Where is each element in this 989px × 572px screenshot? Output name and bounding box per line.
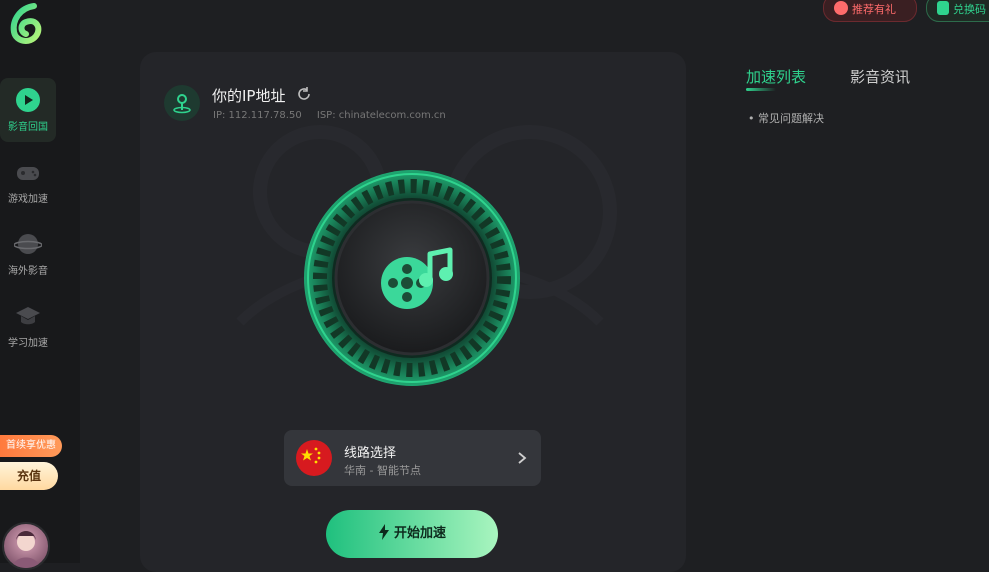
sidebar-item-label: 海外影音 — [8, 266, 48, 277]
graduation-cap-icon — [16, 307, 40, 325]
gift-icon — [834, 1, 848, 15]
avatar-image — [12, 531, 40, 568]
redeem-code-button[interactable]: 兑换码 — [926, 0, 989, 22]
chevron-right-icon — [518, 452, 527, 464]
start-acceleration-button[interactable]: 开始加速 — [326, 510, 498, 558]
ip-address-title: 你的IP地址 — [212, 87, 286, 105]
isp-value: ISP: chinatelecom.com.cn — [316, 110, 446, 121]
tab-underline — [746, 88, 776, 91]
location-pin-icon — [164, 85, 200, 121]
refer-reward-label: 推荐有礼 — [852, 3, 896, 16]
sidebar-item-study-accel[interactable]: 学习加速 — [0, 294, 56, 358]
app-logo — [10, 3, 42, 44]
planet-icon — [14, 234, 42, 254]
sidebar-item-label: 影音回国 — [8, 122, 48, 133]
sidebar: 影音回国 游戏加速 海外影音 学习加速 首续享优惠 充值 — [0, 0, 80, 570]
route-title: 线路选择 — [344, 446, 397, 461]
refer-reward-button[interactable]: 推荐有礼 — [823, 0, 917, 22]
faq-link[interactable]: • 常见问题解决 — [748, 110, 824, 126]
ip-value: IP: 112.117.78.50 — [213, 110, 302, 121]
recharge-button[interactable]: 充值 — [0, 462, 58, 490]
accelerate-dial[interactable] — [302, 168, 522, 388]
tab-media-news[interactable]: 影音资讯 — [850, 66, 910, 87]
play-icon — [16, 88, 40, 112]
sidebar-item-label: 游戏加速 — [8, 194, 48, 205]
start-acceleration-label: 开始加速 — [393, 526, 446, 541]
gamepad-icon — [17, 167, 39, 180]
ticket-icon — [937, 1, 949, 15]
refresh-icon[interactable] — [296, 86, 312, 102]
promo-badge: 首续享优惠 — [0, 435, 62, 457]
sidebar-item-media-return[interactable]: 影音回国 — [0, 78, 56, 142]
redeem-code-label: 兑换码 — [953, 3, 986, 16]
ip-info: IP: 112.117.78.50 ISP: chinatelecom.com.… — [213, 110, 458, 121]
route-selector[interactable]: 线路选择 华南 - 智能节点 — [284, 430, 541, 486]
route-node: 华南 - 智能节点 — [344, 464, 421, 477]
china-flag-icon — [296, 440, 332, 476]
lightning-icon — [378, 524, 389, 540]
sidebar-item-game-accel[interactable]: 游戏加速 — [0, 150, 56, 214]
sidebar-item-label: 学习加速 — [8, 338, 48, 349]
tab-acceleration-list[interactable]: 加速列表 — [746, 66, 806, 87]
sidebar-item-overseas-media[interactable]: 海外影音 — [0, 222, 56, 286]
